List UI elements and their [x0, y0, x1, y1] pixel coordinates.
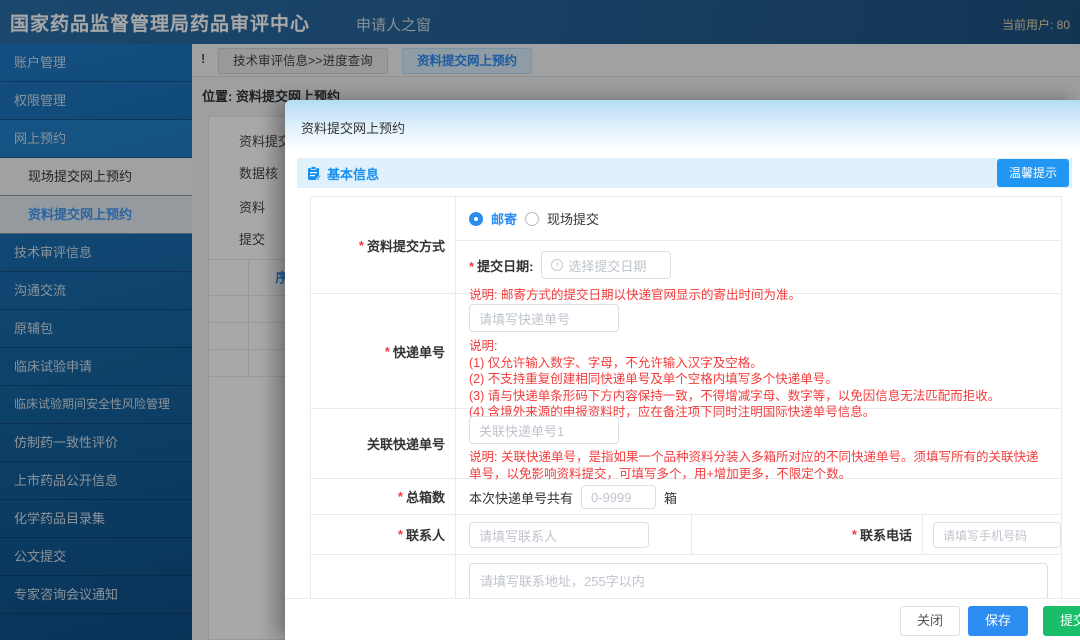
express-note-1: (1) 仅允许输入数字、字母，不允许输入汉字及空格。: [469, 355, 763, 370]
app-window: 国家药品监督管理局药品审评中心 申请人之窗 当前用户: 80 账户管理 权限管理…: [0, 0, 1080, 640]
required-asterisk: *: [358, 237, 364, 253]
contact-input[interactable]: 请填写联系人: [469, 522, 649, 548]
radio-mail-label[interactable]: 邮寄: [491, 209, 517, 228]
phone-label: * 联系电话: [691, 515, 923, 554]
booking-form: * 资料提交方式 邮寄 现场提交 * 提交日期: 选择提交日期 说明: 邮寄方式…: [310, 196, 1062, 640]
express-note-title: 说明:: [469, 339, 498, 353]
dialog-title: 资料提交网上预约: [301, 121, 406, 136]
save-button[interactable]: 保存: [968, 606, 1028, 636]
express-no-input[interactable]: 请填写快递单号: [469, 304, 619, 332]
radio-mail[interactable]: [469, 211, 483, 226]
total-boxes-label: * 总箱数: [311, 479, 456, 514]
clipboard-icon: [307, 165, 321, 181]
related-note: 说明: 关联快递单号，是指如果一个品种资料分装入多箱所对应的不同快递单号。须填写…: [469, 450, 1039, 481]
related-no-input[interactable]: 关联快递单号1: [469, 416, 619, 444]
express-note-3: (3) 请与快递单条形码下方内容保持一致，不得增减字母、数字等，以免因信息无法匹…: [469, 388, 1001, 403]
dialog-header: 资料提交网上预约: [285, 100, 1080, 152]
close-button[interactable]: 关闭: [900, 606, 960, 636]
related-no-label: 关联快递单号: [311, 409, 456, 478]
basic-info-section-bar: 基本信息 温馨提示: [297, 158, 1072, 188]
express-no-label: * 快递单号: [311, 294, 456, 408]
dialog-footer: 关闭 保存 提交: [285, 598, 1080, 640]
radio-onsite-label[interactable]: 现场提交: [547, 209, 599, 228]
total-boxes-prefix: 本次快递单号共有: [469, 490, 574, 506]
section-title: 基本信息: [327, 166, 380, 182]
phone-input[interactable]: 请填写手机号码: [933, 522, 1061, 548]
contact-label: * 联系人: [311, 515, 456, 554]
express-note-2: (2) 不支持重复创建相同快递单号及单个空格内填写多个快递单号。: [469, 372, 838, 386]
tip-button[interactable]: 温馨提示: [996, 159, 1069, 187]
submit-button[interactable]: 提交: [1043, 606, 1080, 636]
total-boxes-input[interactable]: 0-9999: [581, 485, 657, 509]
clock-icon: [551, 259, 564, 271]
radio-onsite[interactable]: [525, 211, 540, 226]
submit-method-label: * 资料提交方式: [311, 197, 456, 293]
total-boxes-suffix: 箱: [664, 490, 678, 506]
submit-date-input[interactable]: 选择提交日期: [541, 251, 672, 279]
material-booking-dialog: 资料提交网上预约 基本信息 温馨提示 * 资料提交方式 邮寄 现场提交 * 提交…: [285, 100, 1080, 640]
submit-date-label: * 提交日期:: [469, 258, 534, 274]
